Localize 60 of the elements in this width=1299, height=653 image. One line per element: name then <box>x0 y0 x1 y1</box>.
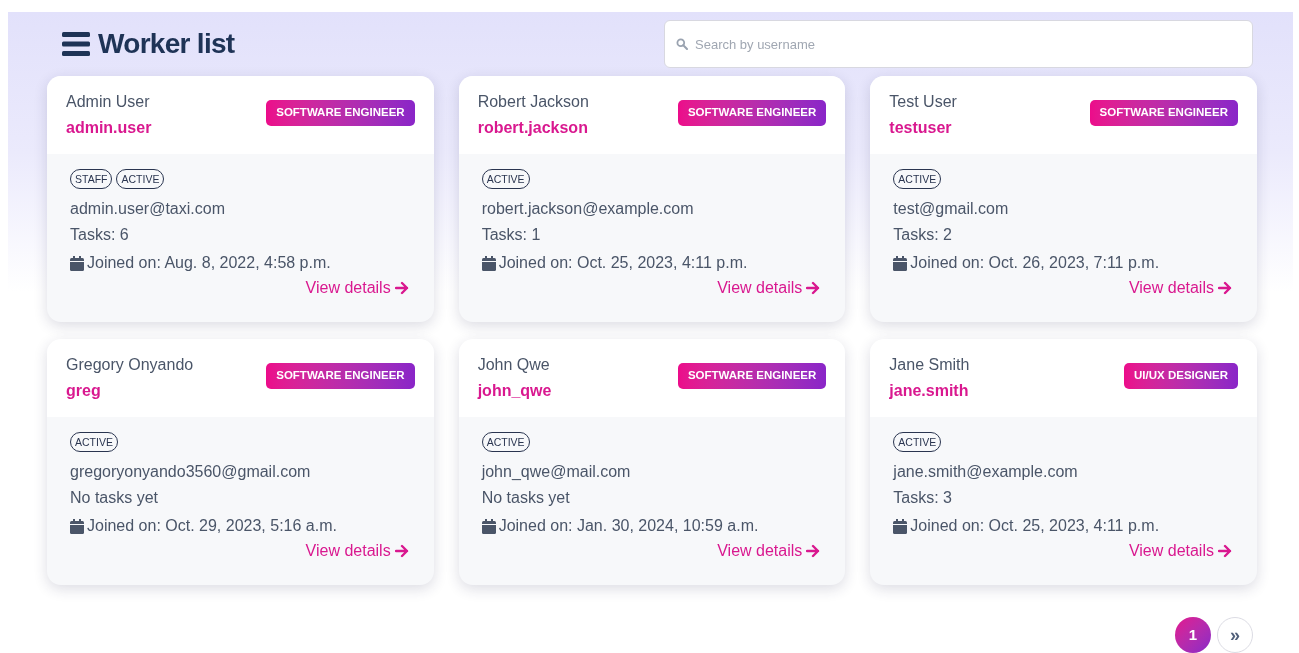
search-icon <box>676 38 688 50</box>
worker-email: robert.jackson@example.com <box>481 199 695 219</box>
worker-username: admin.user <box>66 118 152 138</box>
worker-name: John Qwe <box>477 355 551 375</box>
calendar-icon <box>481 255 496 271</box>
worker-name: Test User <box>889 92 957 112</box>
task-count: No tasks yet <box>70 488 160 508</box>
view-details-link[interactable]: View details <box>305 276 409 300</box>
worker-name: Jane Smith <box>889 355 970 375</box>
arrow-right-icon <box>806 281 821 295</box>
arrow-right-icon <box>806 544 821 558</box>
task-count: Tasks: 6 <box>70 225 130 245</box>
task-count: Tasks: 3 <box>893 488 953 508</box>
join-date: Joined on: Aug. 8, 2022, 4:58 p.m. <box>87 253 331 273</box>
page-title: Worker list <box>98 27 235 61</box>
calendar-icon <box>70 518 84 534</box>
search-field[interactable]: Search by username <box>664 20 1253 68</box>
join-date: Joined on: Oct. 26, 2023, 7:11 p.m. <box>910 253 1160 273</box>
task-count: No tasks yet <box>481 488 571 508</box>
arrow-right-icon <box>1218 544 1232 558</box>
role-badge: SOFTWARE ENGINEER <box>1089 100 1238 126</box>
role-badge: SOFTWARE ENGINEER <box>677 363 827 389</box>
calendar-icon <box>893 255 908 271</box>
calendar-icon <box>893 518 908 534</box>
view-details-link[interactable]: View details <box>1128 539 1232 563</box>
arrow-right-icon <box>394 281 409 295</box>
view-details-link[interactable]: View details <box>717 539 821 563</box>
role-badge: SOFTWARE ENGINEER <box>266 363 415 389</box>
worker-username: robert.jackson <box>477 118 589 138</box>
worker-email: jane.smith@example.com <box>893 462 1079 482</box>
worker-name: Robert Jackson <box>477 92 589 112</box>
arrow-right-icon <box>1218 281 1232 295</box>
view-details-link[interactable]: View details <box>717 276 821 300</box>
worker-username: jane.smith <box>889 381 970 401</box>
worker-name: Gregory Onyando <box>66 355 194 375</box>
view-details-link[interactable]: View details <box>305 539 409 563</box>
arrow-right-icon <box>394 544 409 558</box>
worker-email: john_qwe@mail.com <box>481 462 632 482</box>
calendar-icon <box>481 518 496 534</box>
join-date: Joined on: Jan. 30, 2024, 10:59 a.m. <box>498 516 759 536</box>
worker-email: gregoryonyando3560@gmail.com <box>70 462 312 482</box>
worker-email: test@gmail.com <box>893 199 1010 219</box>
role-badge: SOFTWARE ENGINEER <box>266 100 415 126</box>
worker-username: greg <box>66 381 102 401</box>
worker-name: Admin User <box>66 92 151 112</box>
worker-username: john_qwe <box>477 381 552 401</box>
join-date: Joined on: Oct. 25, 2023, 4:11 p.m. <box>910 516 1160 536</box>
view-details-link[interactable]: View details <box>1128 276 1232 300</box>
task-count: Tasks: 1 <box>481 225 542 245</box>
next-page-button[interactable]: » <box>1217 617 1253 653</box>
page-button[interactable]: 1 <box>1175 617 1211 653</box>
worker-username: testuser <box>889 118 953 138</box>
calendar-icon <box>70 255 84 271</box>
worker-email: admin.user@taxi.com <box>70 199 226 219</box>
join-date: Joined on: Oct. 29, 2023, 5:16 a.m. <box>87 516 337 536</box>
join-date: Joined on: Oct. 25, 2023, 4:11 p.m. <box>498 253 748 273</box>
task-count: Tasks: 2 <box>893 225 953 245</box>
role-badge: UI/UX DESIGNER <box>1124 363 1238 389</box>
menu-icon[interactable] <box>62 31 90 57</box>
role-badge: SOFTWARE ENGINEER <box>677 100 827 126</box>
